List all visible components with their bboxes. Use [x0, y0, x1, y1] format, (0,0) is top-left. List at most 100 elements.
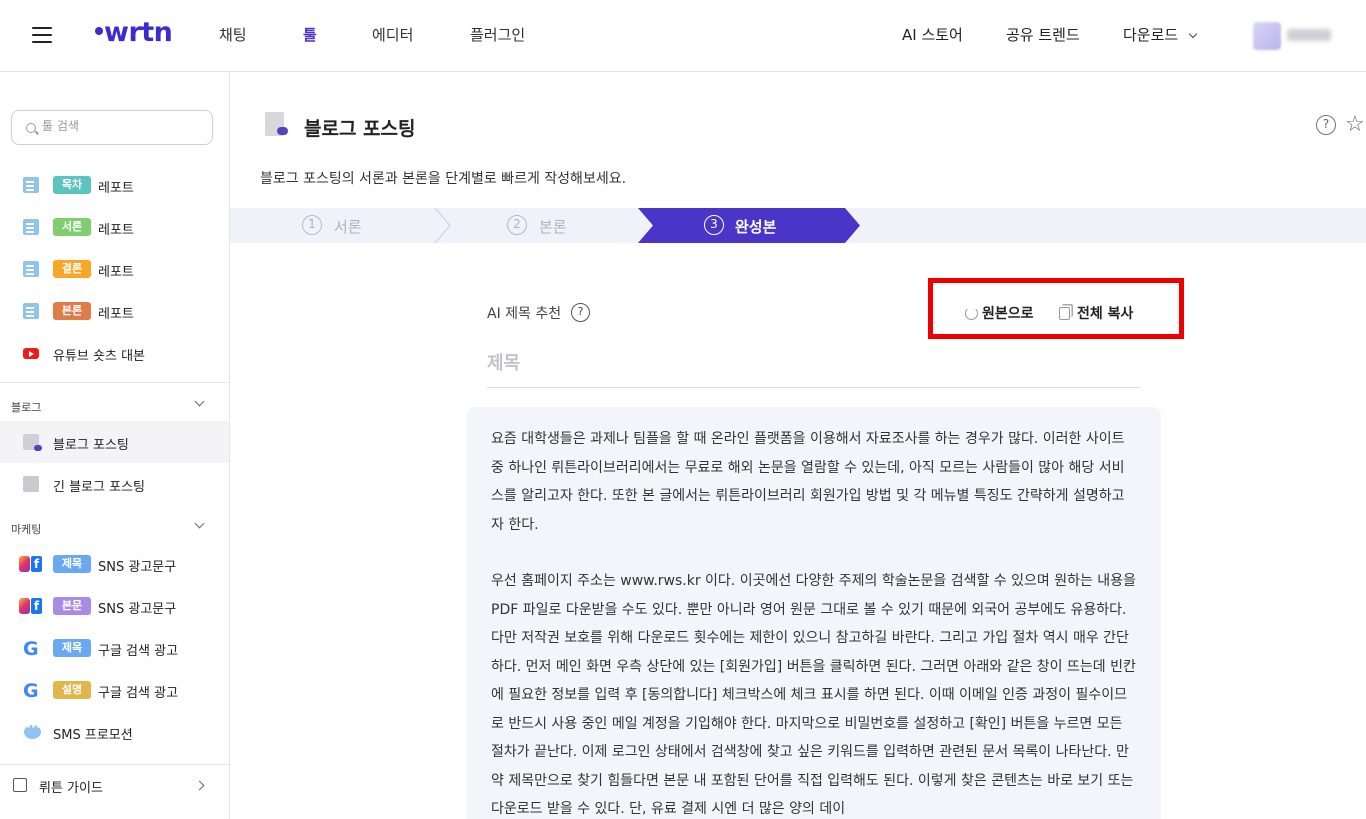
- tool-search[interactable]: [11, 110, 213, 145]
- content-paragraph: 우선 홈페이지 주소는 www.rws.kr 이다. 이곳에선 다양한 주제의 …: [491, 567, 1137, 819]
- facebook-icon: f: [31, 556, 42, 572]
- sidebar-item-sns-ad-body[interactable]: f 본문 SNS 광고문구: [0, 585, 229, 627]
- nav-shared-trends[interactable]: 공유 트렌드: [1006, 24, 1080, 45]
- logo[interactable]: wrtn: [95, 17, 172, 48]
- star-icon[interactable]: ☆: [1345, 112, 1365, 137]
- section-blog[interactable]: 블로그: [0, 382, 229, 426]
- user-name-blurred: [1287, 29, 1331, 41]
- sidebar-item-google-ad-desc[interactable]: G 설명 구글 검색 광고: [0, 669, 229, 711]
- blog-icon: [23, 434, 39, 450]
- sidebar-item-label: 레포트: [98, 303, 134, 322]
- sidebar: 목차 레포트 서론 레포트 결론 레포트 본론 레포트 유튜브 숏츠 대본 블로…: [0, 72, 230, 819]
- step-number: 1: [302, 215, 322, 235]
- sidebar-item-report-toc[interactable]: 목차 레포트: [0, 164, 229, 206]
- instagram-icon: [19, 598, 30, 614]
- badge: 결론: [53, 260, 91, 278]
- step-1[interactable]: 1 서론: [300, 208, 420, 243]
- title-input[interactable]: [487, 340, 1141, 388]
- google-icon: G: [23, 638, 39, 660]
- step-number: 2: [507, 215, 527, 235]
- instagram-icon: [19, 556, 30, 572]
- sidebar-item-blog-posting[interactable]: 블로그 포스팅: [0, 421, 229, 463]
- sidebar-item-long-blog-posting[interactable]: 긴 블로그 포스팅: [0, 463, 229, 505]
- nav-download[interactable]: 다운로드: [1123, 24, 1196, 45]
- menu-icon[interactable]: [32, 27, 52, 43]
- step-number: 3: [704, 215, 724, 235]
- sidebar-item-report-body[interactable]: 본론 레포트: [0, 290, 229, 332]
- chevron-down-icon: [195, 519, 205, 529]
- step-label: 본론: [539, 216, 567, 237]
- nav-chat[interactable]: 채팅: [219, 24, 247, 45]
- badge: 본론: [53, 302, 91, 320]
- badge: 제목: [53, 639, 91, 657]
- section-title: 블로그: [11, 399, 41, 415]
- page-description: 블로그 포스팅의 서론과 본론을 단계별로 빠르게 작성해보세요.: [260, 168, 626, 188]
- restore-original-button[interactable]: 원본으로: [965, 303, 1034, 323]
- sidebar-item-google-ad-title[interactable]: G 제목 구글 검색 광고: [0, 627, 229, 669]
- facebook-icon: f: [31, 598, 42, 614]
- chevron-down-icon: [195, 397, 205, 407]
- nav-download-label: 다운로드: [1123, 26, 1178, 44]
- sidebar-item-report-conclusion[interactable]: 결론 레포트: [0, 248, 229, 290]
- copy-label: 전체 복사: [1077, 306, 1133, 322]
- refresh-icon: [965, 307, 978, 320]
- step-progress: 1 서론 2 본론 3 완성본: [230, 208, 1366, 243]
- guide-label: 뤼튼 가이드: [39, 777, 103, 796]
- step-2[interactable]: 2 본론: [505, 208, 625, 243]
- chevron-down-icon: [1189, 30, 1197, 38]
- sidebar-item-youtube-shorts[interactable]: 유튜브 숏츠 대본: [0, 332, 229, 374]
- nav-editor[interactable]: 에디터: [372, 24, 413, 45]
- top-bar: wrtn 채팅 툴 에디터 플러그인 AI 스토어 공유 트렌드 다운로드: [0, 0, 1366, 72]
- badge: 본문: [53, 597, 91, 615]
- sidebar-item-label: SNS 광고문구: [98, 598, 176, 617]
- step-label: 서론: [334, 216, 362, 237]
- chevron-right-icon: [195, 781, 205, 791]
- search-icon: [26, 123, 36, 133]
- avatar[interactable]: [1253, 22, 1281, 50]
- ai-title-recommend-label: AI 제목 추천: [487, 303, 561, 323]
- sidebar-item-sms-promotion[interactable]: SMS 프로모션: [0, 711, 229, 753]
- document-icon: [23, 476, 39, 492]
- sidebar-item-label: 레포트: [98, 219, 134, 238]
- sidebar-item-label: 긴 블로그 포스팅: [53, 476, 145, 495]
- search-input[interactable]: [42, 119, 202, 133]
- document-icon: [23, 219, 39, 235]
- step-3[interactable]: 3 완성본: [638, 208, 858, 243]
- badge: 목차: [53, 176, 91, 194]
- document-icon: [23, 177, 39, 193]
- content-paragraph: 요즘 대학생들은 과제나 팀플을 할 때 온라인 플랫폼을 이용해서 자료조사를…: [491, 425, 1137, 539]
- nav-ai-store[interactable]: AI 스토어: [902, 24, 963, 45]
- help-icon[interactable]: ?: [1316, 115, 1336, 135]
- nav-plugins[interactable]: 플러그인: [470, 24, 525, 45]
- document-icon: [23, 303, 39, 319]
- nav-tools[interactable]: 툴: [303, 24, 317, 45]
- help-icon[interactable]: ?: [571, 303, 590, 322]
- badge: 제목: [53, 555, 91, 573]
- badge: 설명: [53, 681, 91, 699]
- sidebar-item-label: 블로그 포스팅: [53, 434, 129, 453]
- sidebar-item-label: 구글 검색 광고: [98, 682, 178, 701]
- sidebar-item-label: 유튜브 숏츠 대본: [53, 345, 145, 364]
- logo-text: wrtn: [104, 17, 172, 48]
- document-icon: [23, 261, 39, 277]
- restore-label: 원본으로: [982, 306, 1034, 322]
- google-icon: G: [23, 680, 39, 702]
- blog-posting-icon: [265, 112, 284, 136]
- sidebar-item-label: 구글 검색 광고: [98, 640, 178, 659]
- step-label: 완성본: [735, 216, 776, 237]
- generated-content[interactable]: 요즘 대학생들은 과제나 팀플을 할 때 온라인 플랫폼을 이용해서 자료조사를…: [467, 407, 1161, 819]
- badge: 서론: [53, 218, 91, 236]
- sidebar-item-sns-ad-title[interactable]: f 제목 SNS 광고문구: [0, 543, 229, 585]
- chat-bubble-icon: [24, 725, 41, 739]
- sidebar-item-label: 레포트: [98, 177, 134, 196]
- copy-icon: [1059, 307, 1070, 320]
- youtube-icon: [23, 348, 39, 359]
- sidebar-item-label: SMS 프로모션: [53, 724, 133, 743]
- sidebar-item-label: SNS 광고문구: [98, 556, 176, 575]
- copy-all-button[interactable]: 전체 복사: [1059, 303, 1133, 323]
- book-icon: [13, 778, 27, 792]
- page-title: 블로그 포스팅: [304, 114, 416, 141]
- section-title: 마케팅: [11, 521, 41, 537]
- wrtn-guide[interactable]: 뤼튼 가이드: [0, 764, 229, 819]
- sidebar-item-report-intro[interactable]: 서론 레포트: [0, 206, 229, 248]
